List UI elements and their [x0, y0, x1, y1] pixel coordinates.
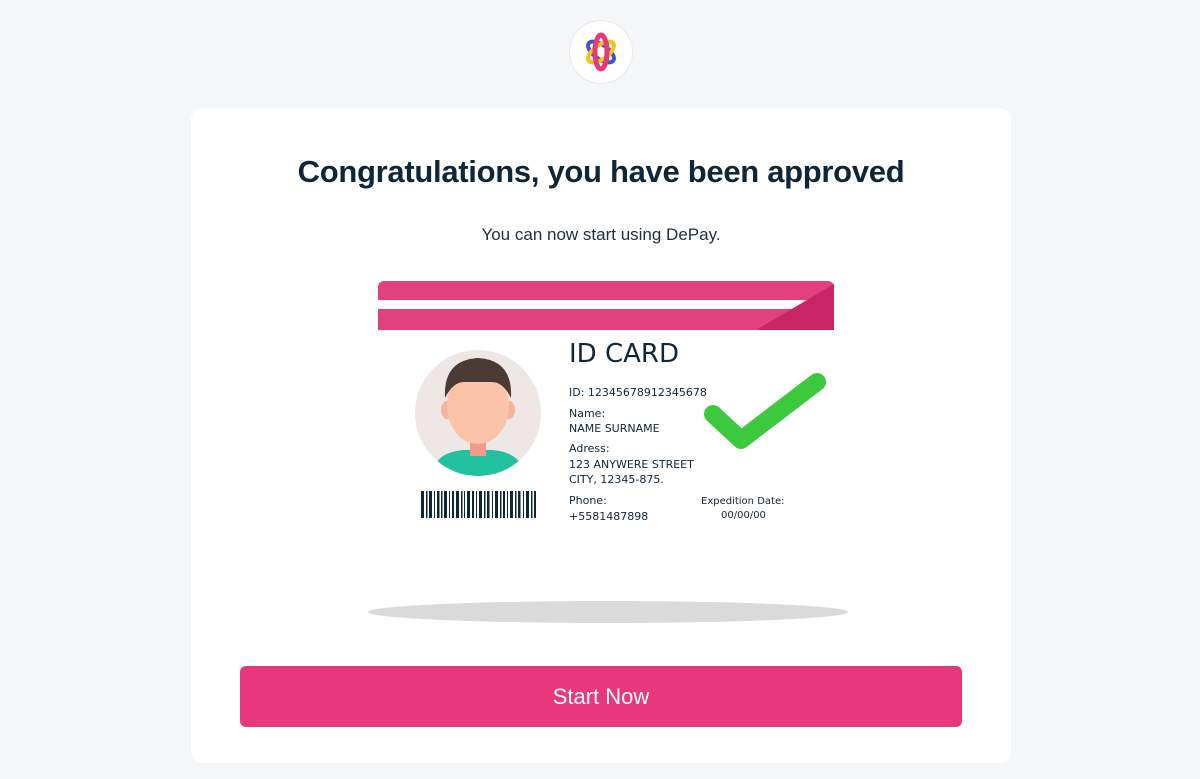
start-now-button[interactable]: Start Now: [240, 666, 962, 727]
page-title: Congratulations, you have been approved: [297, 154, 905, 189]
phone-value: +5581487898: [569, 510, 648, 523]
address-line-1: 123 ANYWERE STREET: [569, 458, 694, 471]
name-label: Name:: [569, 407, 605, 420]
id-card-illustration: ID CARD ID: 12345678912345678 Name: NAME…: [368, 281, 848, 623]
name-value: NAME SURNAME: [569, 422, 660, 435]
atom-logo-icon: [586, 32, 616, 72]
id-number: ID: 12345678912345678: [569, 386, 707, 399]
address-label: Adress:: [569, 442, 610, 455]
card-shadow: [368, 601, 848, 623]
avatar: [415, 350, 541, 476]
id-card-heading: ID CARD: [569, 339, 679, 369]
app-logo: [569, 20, 633, 84]
expedition-date-label: Expedition Date:: [701, 496, 784, 507]
address-line-2: CITY, 12345-875.: [569, 473, 664, 486]
phone-label: Phone:: [569, 494, 607, 507]
expedition-date-value: 00/00/00: [721, 510, 766, 521]
page-subtitle: You can now start using DePay.: [481, 225, 721, 244]
approval-card: Congratulations, you have been approved …: [191, 108, 1011, 763]
